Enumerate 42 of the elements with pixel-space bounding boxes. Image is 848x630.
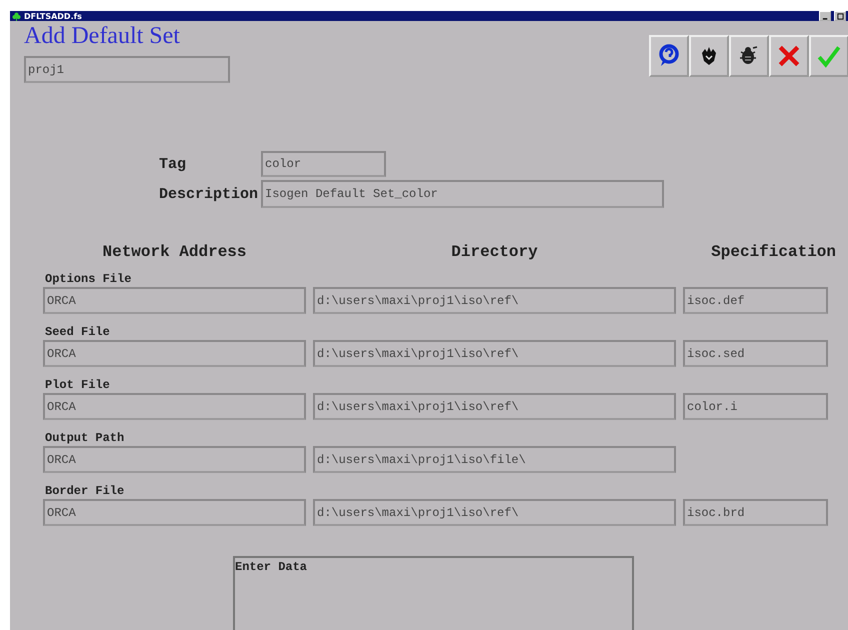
- maximize-icon: [836, 12, 844, 20]
- clover-icon: [12, 12, 21, 20]
- specification-field[interactable]: isoc.sed: [683, 340, 828, 367]
- address-field[interactable]: ORCA: [43, 287, 306, 314]
- cancel-button[interactable]: [769, 35, 809, 77]
- file-label: Options File: [45, 272, 132, 286]
- message-box: Enter Data: [233, 556, 634, 630]
- close-icon: [776, 43, 802, 69]
- form-heading: Add Default Set: [24, 23, 181, 50]
- minimize-icon: [822, 18, 827, 20]
- column-header: Directory: [450, 243, 539, 261]
- tag-field[interactable]: color: [261, 151, 386, 177]
- directory-field[interactable]: d:\users\maxi\proj1\iso\ref\: [313, 499, 676, 526]
- column-header: Specification: [710, 243, 836, 261]
- address-field[interactable]: ORCA: [43, 393, 306, 420]
- file-label: Plot File: [45, 378, 111, 392]
- maximize-button[interactable]: [834, 11, 846, 21]
- checkmark-icon: [816, 43, 842, 69]
- specification-field[interactable]: color.i: [683, 393, 828, 420]
- specification-field[interactable]: isoc.def: [683, 287, 828, 314]
- directory-field[interactable]: d:\users\maxi\proj1\iso\file\: [313, 446, 676, 473]
- file-label: Border File: [45, 484, 126, 498]
- help-button[interactable]: [649, 35, 689, 77]
- description-field[interactable]: Isogen Default Set_color: [261, 180, 664, 208]
- directory-field[interactable]: d:\users\maxi\proj1\iso\ref\: [313, 340, 676, 367]
- project-field[interactable]: proj1: [24, 56, 230, 83]
- directory-field[interactable]: d:\users\maxi\proj1\iso\ref\: [313, 287, 676, 314]
- file-label: Output Path: [45, 431, 126, 445]
- directory-field[interactable]: d:\users\maxi\proj1\iso\ref\: [313, 393, 676, 420]
- file-label: Seed File: [45, 325, 111, 339]
- description-label: Description: [159, 186, 258, 202]
- hand-button[interactable]: [689, 35, 729, 77]
- address-field[interactable]: ORCA: [43, 340, 306, 367]
- help-icon: [657, 44, 681, 68]
- minimize-button[interactable]: [819, 11, 831, 21]
- address-field[interactable]: ORCA: [43, 499, 306, 526]
- specification-field[interactable]: isoc.brd: [683, 499, 828, 526]
- address-field[interactable]: ORCA: [43, 446, 306, 473]
- tag-label: Tag: [159, 156, 188, 172]
- bug-button[interactable]: [729, 35, 769, 77]
- column-header: Network Address: [101, 243, 248, 261]
- window-title: DFLTSADD.fs: [24, 12, 82, 20]
